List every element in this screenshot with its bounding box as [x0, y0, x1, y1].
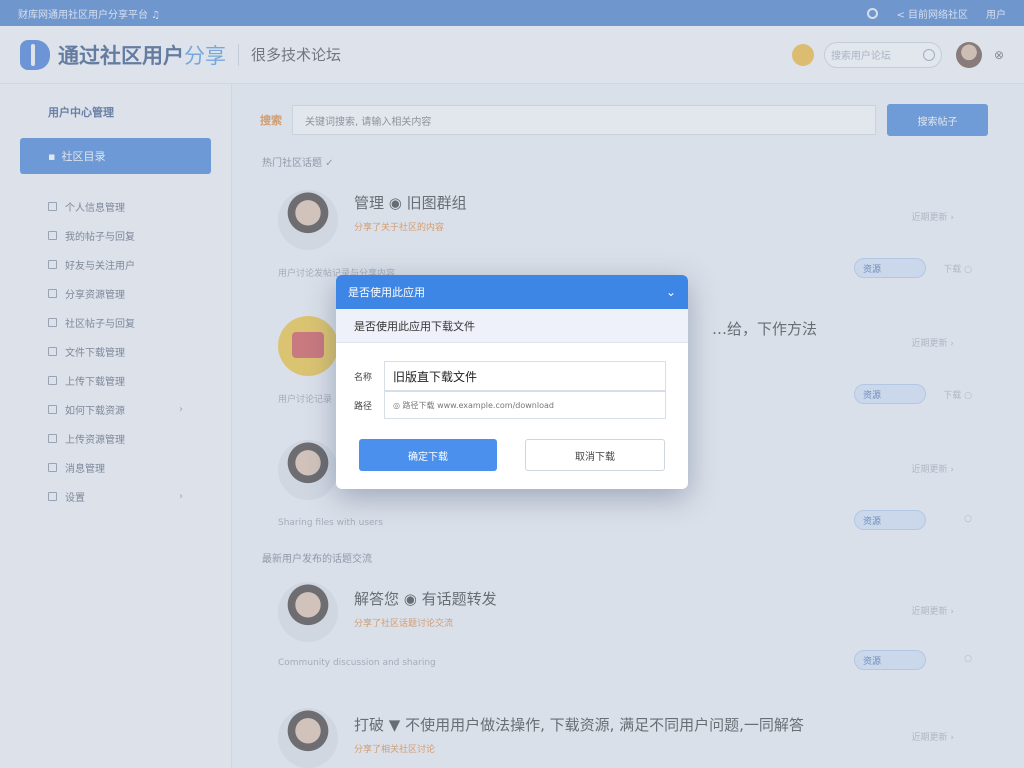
dialog-subtitle: 是否使用此应用下载文件 — [336, 309, 688, 343]
dialog-header: 是否使用此应用 ⌄ — [336, 275, 688, 309]
collapse-icon[interactable]: ⌄ — [666, 285, 676, 299]
name-field[interactable]: 旧版直下载文件 — [384, 361, 666, 391]
confirm-download-button[interactable]: 确定下载 — [359, 439, 497, 471]
path-field[interactable]: ◎ 路径下载 www.example.com/download — [384, 391, 666, 419]
name-label: 名称 — [354, 372, 373, 383]
download-dialog: 是否使用此应用 ⌄ 是否使用此应用下载文件 名称 旧版直下载文件 路径 ◎ 路径… — [336, 275, 688, 489]
name-row: 名称 旧版直下载文件 — [354, 361, 666, 391]
dialog-title: 是否使用此应用 — [348, 286, 425, 299]
cancel-download-button[interactable]: 取消下载 — [525, 439, 665, 471]
path-label: 路径 — [354, 401, 373, 412]
path-row: 路径 ◎ 路径下载 www.example.com/download — [354, 391, 666, 419]
